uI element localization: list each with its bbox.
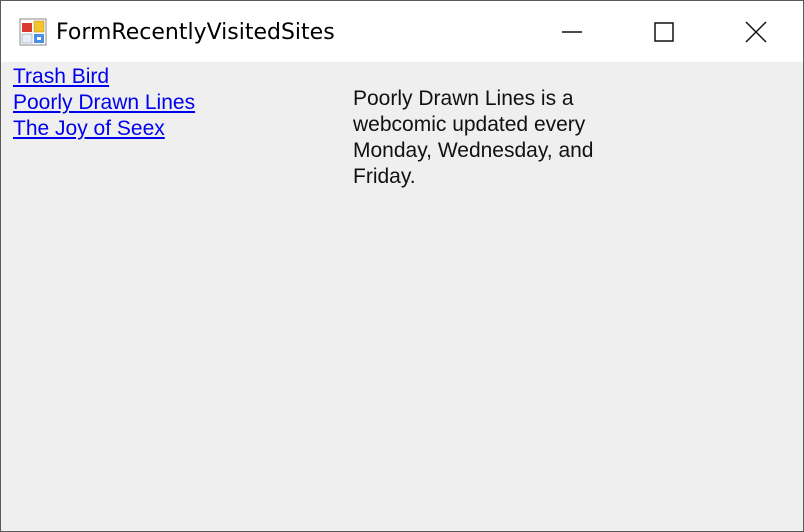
link-trash-bird[interactable]: Trash Bird [13,64,195,90]
main-window: FormRecentlyVisitedSites Trash Bird Poor… [0,0,804,532]
windows-form-app-icon [19,18,47,46]
maximize-button[interactable] [618,1,710,62]
maximize-icon [654,21,674,42]
link-the-joy-of-seex[interactable]: The Joy of Seex [13,116,195,142]
close-icon [745,20,767,43]
minimize-button[interactable] [526,1,618,62]
close-button[interactable] [710,1,802,62]
title-bar[interactable]: FormRecentlyVisitedSites [1,1,803,62]
window-title: FormRecentlyVisitedSites [56,20,335,45]
client-area: Trash Bird Poorly Drawn Lines The Joy of… [1,62,803,531]
link-poorly-drawn-lines[interactable]: Poorly Drawn Lines [13,90,195,116]
site-description: Poorly Drawn Lines is a webcomic updated… [353,87,594,188]
recent-sites-links: Trash Bird Poorly Drawn Lines The Joy of… [13,64,195,142]
minimize-icon [562,30,582,33]
